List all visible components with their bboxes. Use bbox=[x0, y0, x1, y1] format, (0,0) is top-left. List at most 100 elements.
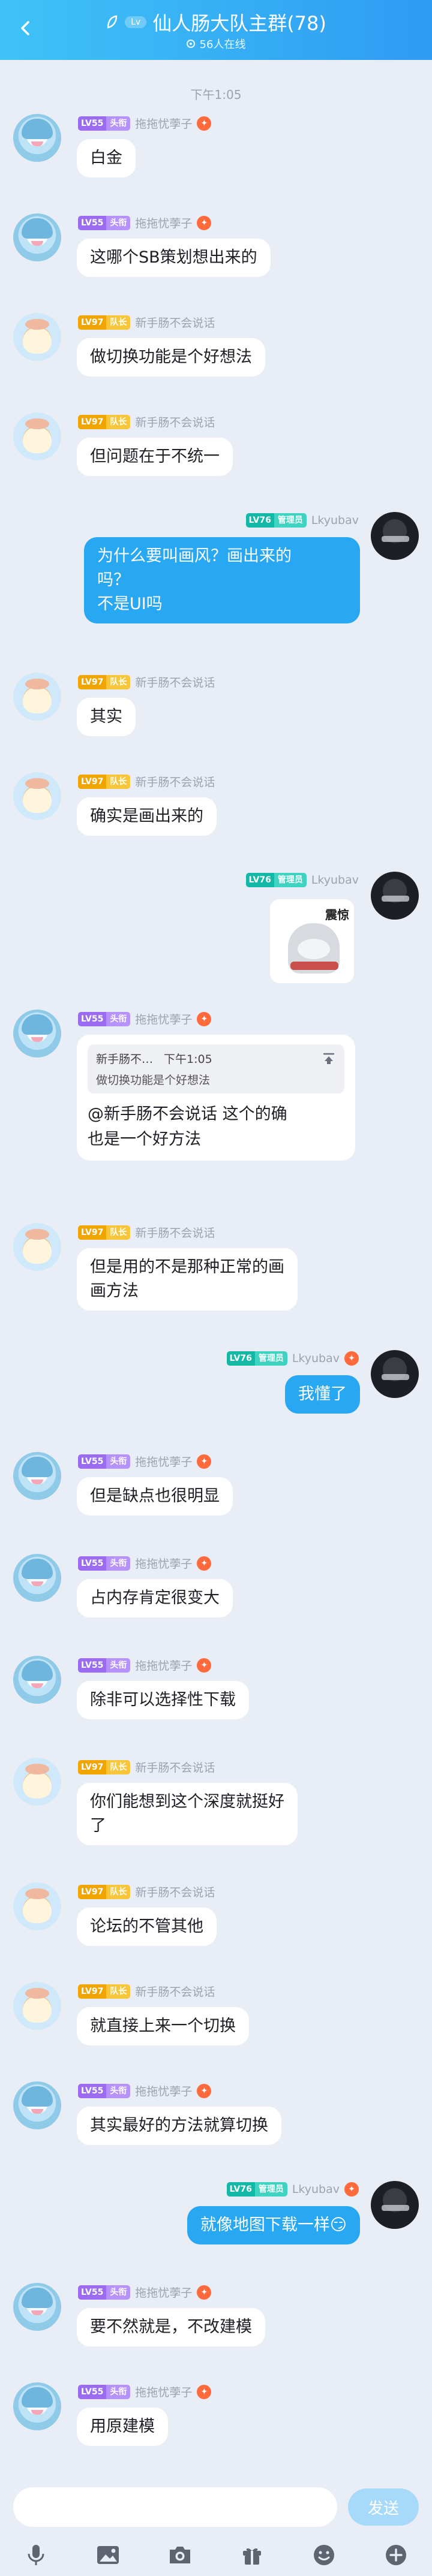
message-meta: LV55 头衔 拖拖忧荸子 ✦ bbox=[78, 2284, 212, 2300]
chat-area[interactable]: 下午1:05 LV55 头衔 拖拖忧荸子 ✦ 白金 LV55 头衔 拖拖忧荸子 ✦ … bbox=[0, 60, 432, 2474]
message-meta: LV55 头衔 拖拖忧荸子 ✦ bbox=[78, 1453, 212, 1469]
avatar[interactable] bbox=[13, 1758, 61, 1806]
message-bubble[interactable]: 要不然就是，不改建模 bbox=[77, 2308, 265, 2346]
message-bubble[interactable]: 但问题在于不统一 bbox=[77, 438, 233, 476]
level-badge: LV97 队长 bbox=[78, 774, 131, 789]
avatar[interactable] bbox=[13, 213, 61, 261]
sender-name: 新手肠不会说话 bbox=[135, 1886, 215, 1899]
message-meta: LV55 头衔 拖拖忧荸子 ✦ bbox=[78, 215, 212, 231]
flame-icon: ✦ bbox=[197, 116, 212, 131]
avatar[interactable] bbox=[13, 1554, 61, 1602]
level-badge: LV76 管理员 bbox=[226, 1351, 287, 1366]
group-title[interactable]: 仙人肠大队主群(78) bbox=[152, 8, 326, 36]
message-bubble[interactable]: 其实 bbox=[77, 698, 136, 736]
more-button[interactable] bbox=[382, 2541, 410, 2569]
jump-up-icon[interactable] bbox=[322, 1052, 336, 1066]
sender-name: Lkyubav bbox=[311, 873, 359, 887]
level-badge: LV76 管理员 bbox=[245, 513, 307, 528]
online-status: 56人在线 bbox=[0, 36, 432, 52]
quote-text: 做切换功能是个好想法 bbox=[96, 1074, 211, 1087]
message-bubble[interactable]: 确实是画出来的 bbox=[77, 797, 217, 836]
sender-name: 拖拖忧荸子 bbox=[135, 117, 193, 131]
message-bubble[interactable]: 为什么要叫画风？画出来的 吗？ 不是UI吗 bbox=[84, 537, 360, 623]
avatar[interactable] bbox=[13, 1223, 61, 1271]
title-row: Lv 仙人肠大队主群(78) bbox=[0, 8, 432, 36]
level-badge: LV55 头衔 bbox=[78, 1556, 131, 1571]
message-bubble[interactable]: 除非可以选择性下载 bbox=[77, 1681, 249, 1719]
avatar[interactable] bbox=[371, 1350, 419, 1398]
mic-icon bbox=[28, 2545, 44, 2565]
level-badge: LV97 队长 bbox=[78, 1759, 131, 1774]
sender-name: 拖拖忧荸子 bbox=[135, 217, 193, 230]
reply-bubble[interactable]: 新手肠不… 下午1:05 做切换功能是个好想法 @新手肠不会说话 这个的确 也是… bbox=[77, 1035, 355, 1161]
avatar[interactable] bbox=[13, 1982, 61, 2030]
sender-name: 新手肠不会说话 bbox=[135, 1227, 215, 1240]
image-icon bbox=[97, 2546, 119, 2564]
timestamp: 下午1:05 bbox=[190, 88, 242, 102]
message-meta: LV55 头衔 拖拖忧荸子 ✦ bbox=[78, 1011, 212, 1027]
flame-icon: ✦ bbox=[197, 2285, 212, 2300]
message-bubble[interactable]: 但是用的不是那种正常的画 画方法 bbox=[77, 1248, 298, 1310]
emoji-button[interactable] bbox=[310, 2541, 338, 2569]
sender-name: 拖拖忧荸子 bbox=[135, 2286, 193, 2300]
message-bubble[interactable]: 白金 bbox=[77, 139, 136, 177]
avatar[interactable] bbox=[13, 1882, 61, 1930]
flame-icon: ✦ bbox=[344, 1351, 359, 1366]
message-bubble[interactable]: 其实最好的方法就算切换 bbox=[77, 2107, 281, 2145]
message-meta: LV55 头衔 拖拖忧荸子 ✦ bbox=[78, 1555, 212, 1571]
send-button[interactable]: 发送 bbox=[348, 2488, 419, 2526]
reply-text: @新手肠不会说话 这个的确 也是一个好方法 bbox=[88, 1105, 287, 1149]
message-bubble[interactable]: 做切换功能是个好想法 bbox=[77, 338, 265, 376]
message-bubble[interactable]: 就直接上来一个切换 bbox=[77, 2007, 249, 2045]
message-bubble[interactable]: 用原建模 bbox=[77, 2408, 168, 2446]
level-badge: LV97 队长 bbox=[78, 674, 131, 689]
input-bar: 发送 bbox=[0, 2474, 432, 2534]
avatar[interactable] bbox=[13, 2283, 61, 2331]
avatar[interactable] bbox=[13, 772, 61, 820]
message-bubble[interactable]: 但是缺点也很明显 bbox=[77, 1477, 233, 1516]
level-badge: LV97 队长 bbox=[78, 1984, 131, 1999]
message-meta: LV97 队长 新手肠不会说话 bbox=[78, 1884, 215, 1900]
avatar[interactable] bbox=[13, 1656, 61, 1704]
sender-name: 拖拖忧荸子 bbox=[135, 1659, 193, 1673]
avatar[interactable] bbox=[371, 2181, 419, 2229]
message-bubble[interactable]: 就像地图下载一样😏 bbox=[187, 2206, 360, 2244]
sender-name: Lkyubav bbox=[292, 2183, 340, 2196]
avatar[interactable] bbox=[371, 872, 419, 920]
message-meta: LV97 队长 新手肠不会说话 bbox=[78, 773, 215, 790]
message-bubble[interactable]: 你们能想到这个深度就挺好 了 bbox=[77, 1783, 298, 1845]
mic-button[interactable] bbox=[22, 2541, 50, 2569]
message-bubble[interactable]: 这哪个SB策划想出来的 bbox=[77, 239, 271, 277]
sticker-image[interactable]: 震惊 bbox=[270, 899, 354, 983]
sender-name: 新手肠不会说话 bbox=[135, 1986, 215, 1999]
flame-icon: ✦ bbox=[197, 1011, 212, 1026]
avatar[interactable] bbox=[371, 512, 419, 560]
avatar[interactable] bbox=[13, 673, 61, 721]
flame-icon: ✦ bbox=[197, 215, 212, 230]
avatar[interactable] bbox=[13, 114, 61, 162]
avatar[interactable] bbox=[13, 1452, 61, 1500]
avatar[interactable] bbox=[13, 2081, 61, 2129]
avatar[interactable] bbox=[13, 1010, 61, 1057]
gift-button[interactable] bbox=[238, 2541, 266, 2569]
quoted-message[interactable]: 新手肠不… 下午1:05 做切换功能是个好想法 bbox=[88, 1044, 344, 1093]
flame-icon: ✦ bbox=[197, 1454, 212, 1469]
flame-icon: ✦ bbox=[197, 1556, 212, 1571]
flame-icon: ✦ bbox=[197, 2384, 212, 2399]
level-badge: LV55 头衔 bbox=[78, 2083, 131, 2098]
avatar[interactable] bbox=[13, 412, 61, 460]
avatar[interactable] bbox=[13, 313, 61, 361]
level-badge: LV55 头衔 bbox=[78, 1011, 131, 1026]
camera-icon bbox=[170, 2547, 190, 2563]
avatar[interactable] bbox=[13, 2382, 61, 2430]
message-bubble[interactable]: 我懂了 bbox=[285, 1375, 360, 1414]
chat-header: Lv 仙人肠大队主群(78) 56人在线 bbox=[0, 0, 432, 60]
level-badge: LV55 头衔 bbox=[78, 2285, 131, 2300]
message-bubble[interactable]: 论坛的不管其他 bbox=[77, 1908, 217, 1946]
message-meta: LV76 管理员 Lkyubav ✦ bbox=[226, 1351, 359, 1366]
image-button[interactable] bbox=[94, 2541, 122, 2569]
message-bubble[interactable]: 占内存肯定很变大 bbox=[77, 1579, 233, 1617]
message-input[interactable] bbox=[13, 2487, 337, 2527]
level-badge: LV97 队长 bbox=[78, 414, 131, 429]
camera-button[interactable] bbox=[166, 2541, 194, 2569]
